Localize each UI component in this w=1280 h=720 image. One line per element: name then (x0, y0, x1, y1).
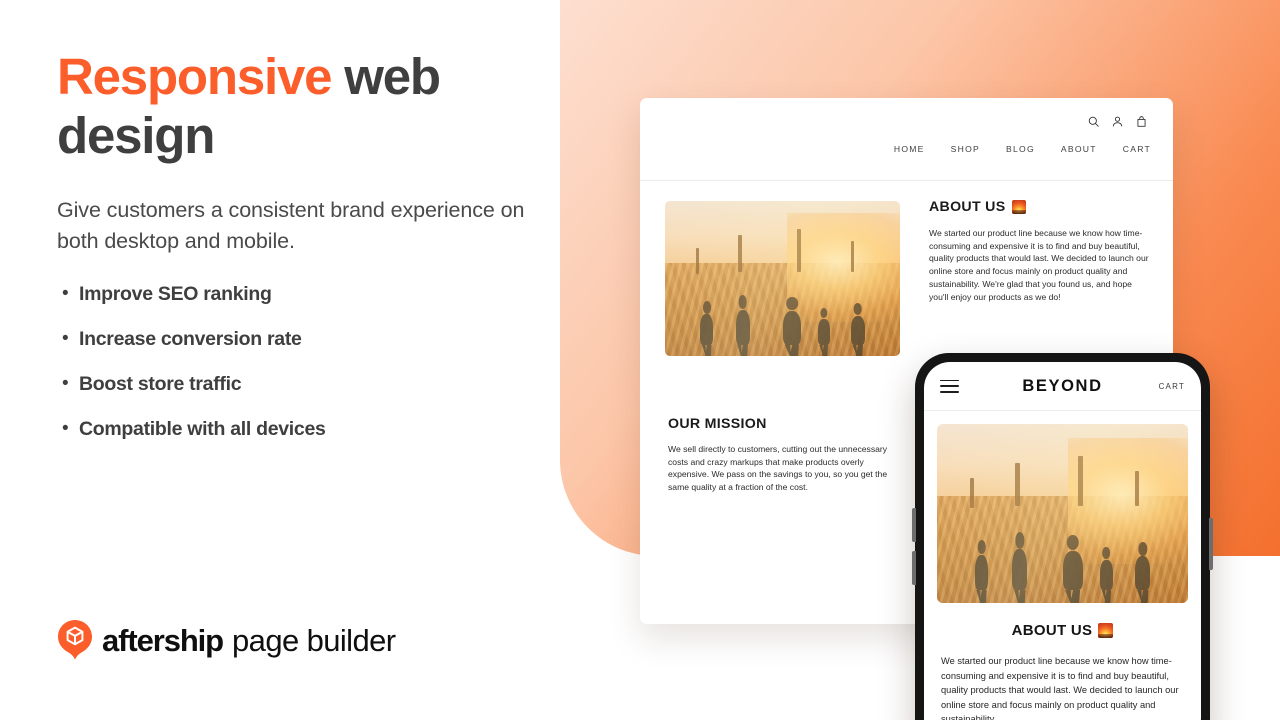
nav-item-home[interactable]: HOME (894, 144, 925, 154)
phone-site-header: BEYOND CART (924, 362, 1201, 411)
desktop-about-heading-text: ABOUT US (929, 199, 1006, 215)
phone-about-section: ABOUT US We started our product line bec… (924, 603, 1201, 720)
list-item: • Compatible with all devices (62, 418, 532, 463)
sunset-emoji-icon (1098, 623, 1114, 638)
hero-text-column: Responsive web design Give customers a c… (0, 0, 560, 720)
bullet-icon: • (62, 373, 69, 394)
search-icon[interactable] (1088, 116, 1099, 127)
bag-icon[interactable] (1136, 116, 1147, 127)
logo-product-text: page builder (232, 622, 396, 658)
phone-cart-link[interactable]: CART (1159, 382, 1185, 391)
desktop-mission-section: OUR MISSION We sell directly to customer… (668, 416, 904, 494)
account-icon[interactable] (1112, 116, 1123, 127)
desktop-nav: HOME SHOP BLOG ABOUT CART (894, 144, 1151, 154)
nav-item-about[interactable]: ABOUT (1061, 144, 1097, 154)
desktop-about-heading: ABOUT US (929, 199, 1151, 215)
list-item: • Boost store traffic (62, 373, 532, 418)
list-item-label: Boost store traffic (79, 373, 242, 395)
desktop-site-header: HOME SHOP BLOG ABOUT CART (640, 98, 1173, 181)
page-title: Responsive web design (57, 47, 527, 165)
phone-hero-photo (937, 424, 1188, 603)
desktop-header-icons (1088, 116, 1147, 127)
hero-subtitle: Give customers a consistent brand experi… (57, 198, 525, 253)
list-item: • Increase conversion rate (62, 328, 532, 373)
power-button[interactable] (1209, 518, 1213, 570)
logo-brand-text: aftership (102, 622, 224, 658)
volume-down-button[interactable] (912, 551, 916, 585)
bullet-icon: • (62, 283, 69, 304)
list-item: • Improve SEO ranking (62, 283, 532, 328)
benefits-list: • Improve SEO ranking • Increase convers… (62, 283, 532, 463)
bullet-icon: • (62, 418, 69, 439)
nav-item-cart[interactable]: CART (1123, 144, 1151, 154)
volume-up-button[interactable] (912, 508, 916, 542)
desktop-mission-body: We sell directly to customers, cutting o… (668, 444, 888, 493)
desktop-hero-photo (665, 201, 900, 356)
list-item-label: Compatible with all devices (79, 418, 326, 440)
nav-item-shop[interactable]: SHOP (951, 144, 980, 154)
desktop-about-body: We started our product line because we k… (929, 228, 1149, 302)
list-item-label: Improve SEO ranking (79, 283, 272, 305)
nav-item-blog[interactable]: BLOG (1006, 144, 1035, 154)
bullet-icon: • (62, 328, 69, 349)
phone-about-heading: ABOUT US (941, 622, 1184, 639)
phone-about-body: We started our product line because we k… (941, 656, 1179, 720)
list-item-label: Increase conversion rate (79, 328, 302, 350)
mockup-panel: HOME SHOP BLOG ABOUT CART ABOUT US We st… (560, 0, 1280, 720)
phone-screen: BEYOND CART ABOUT US We started our prod… (924, 362, 1201, 720)
phone-about-heading-text: ABOUT US (1011, 622, 1093, 639)
phone-mockup: BEYOND CART ABOUT US We started our prod… (912, 353, 1213, 720)
slide-canvas: Responsive web design Give customers a c… (0, 0, 1280, 720)
aftership-pin-icon (58, 620, 92, 660)
sunset-emoji-icon (1011, 200, 1026, 214)
aftership-page-builder-logo: aftership page builder (57, 620, 396, 660)
headline-accent: Responsive (57, 48, 332, 105)
desktop-mission-heading: OUR MISSION (668, 416, 767, 432)
desktop-about-section: ABOUT US We started our product line bec… (929, 199, 1151, 303)
